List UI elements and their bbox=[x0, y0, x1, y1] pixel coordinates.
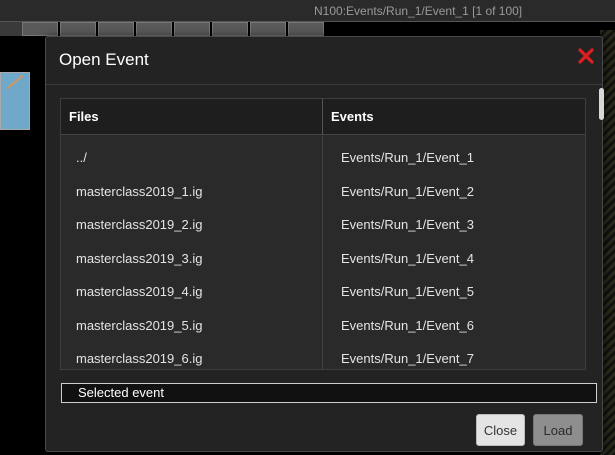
files-column-header: Files bbox=[61, 99, 323, 135]
background-toolbar-button bbox=[98, 22, 134, 36]
background-toolbar-button bbox=[60, 22, 96, 36]
event-item[interactable]: Events/Run_1/Event_5 bbox=[323, 275, 585, 309]
event-item[interactable]: Events/Run_1/Event_4 bbox=[323, 242, 585, 276]
file-item[interactable]: ../ bbox=[61, 141, 322, 175]
files-list: ../ masterclass2019_1.ig masterclass2019… bbox=[61, 136, 323, 369]
file-item[interactable]: masterclass2019_6.ig bbox=[61, 342, 322, 369]
load-button[interactable]: Load bbox=[533, 414, 583, 446]
event-item[interactable]: Events/Run_1/Event_6 bbox=[323, 309, 585, 343]
close-button[interactable]: Close bbox=[476, 414, 525, 446]
file-item[interactable]: masterclass2019_4.ig bbox=[61, 275, 322, 309]
file-item[interactable]: masterclass2019_5.ig bbox=[61, 309, 322, 343]
event-item[interactable]: Events/Run_1/Event_7 bbox=[323, 342, 585, 369]
file-item[interactable]: masterclass2019_3.ig bbox=[61, 242, 322, 276]
events-column-header: Events bbox=[331, 109, 374, 124]
table-scrollbar[interactable] bbox=[597, 84, 607, 354]
dialog-title: Open Event bbox=[59, 50, 149, 69]
file-item[interactable]: masterclass2019_2.ig bbox=[61, 208, 322, 242]
table-header: Files Events bbox=[61, 99, 585, 135]
event-browser-table: Files Events ../ masterclass2019_1.ig ma… bbox=[60, 98, 586, 370]
background-thumbnail bbox=[0, 72, 30, 130]
background-tab-stub bbox=[0, 22, 22, 36]
close-icon[interactable] bbox=[576, 46, 596, 66]
event-item[interactable]: Events/Run_1/Event_1 bbox=[323, 141, 585, 175]
background-toolbar-button bbox=[288, 22, 324, 36]
event-item[interactable]: Events/Run_1/Event_2 bbox=[323, 175, 585, 209]
background-window-title: N100:Events/Run_1/Event_1 [1 of 100] bbox=[314, 4, 523, 18]
background-toolbar-button bbox=[22, 22, 58, 36]
selected-event-field: Selected event bbox=[61, 383, 597, 403]
background-toolbar-button bbox=[174, 22, 210, 36]
table-body: ../ masterclass2019_1.ig masterclass2019… bbox=[61, 136, 585, 369]
background-toolbar-button bbox=[212, 22, 248, 36]
file-item[interactable]: masterclass2019_1.ig bbox=[61, 175, 322, 209]
dialog-header: Open Event bbox=[46, 37, 602, 85]
background-toolbar-button bbox=[250, 22, 286, 36]
scrollbar-thumb[interactable] bbox=[599, 88, 604, 120]
background-toolbar bbox=[22, 22, 324, 36]
open-event-dialog: Open Event Files Events ../ masterclass2… bbox=[45, 36, 603, 452]
background-toolbar-button bbox=[136, 22, 172, 36]
event-item[interactable]: Events/Run_1/Event_3 bbox=[323, 208, 585, 242]
events-list: Events/Run_1/Event_1 Events/Run_1/Event_… bbox=[323, 136, 585, 369]
background-titlebar: N100:Events/Run_1/Event_1 [1 of 100] bbox=[0, 0, 615, 22]
